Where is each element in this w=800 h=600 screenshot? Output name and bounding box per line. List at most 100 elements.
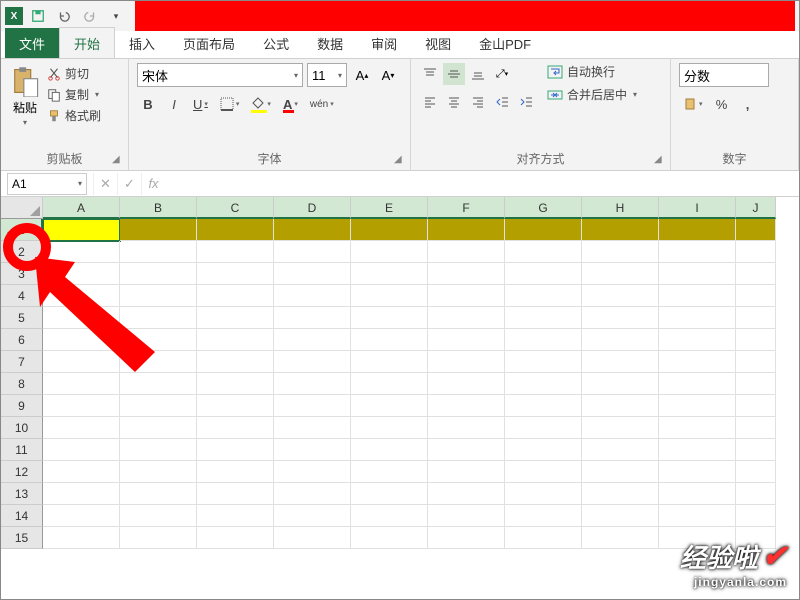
cell[interactable] (582, 219, 659, 241)
cell[interactable] (197, 439, 274, 461)
cell[interactable] (197, 417, 274, 439)
cell[interactable] (351, 373, 428, 395)
cell[interactable] (274, 483, 351, 505)
tab-data[interactable]: 数据 (303, 28, 357, 58)
align-dialog-launcher-icon[interactable]: ◢ (654, 154, 666, 166)
cell[interactable] (274, 461, 351, 483)
col-header-G[interactable]: G (505, 197, 582, 219)
cell[interactable] (351, 285, 428, 307)
cell[interactable] (43, 527, 120, 549)
cell[interactable] (582, 307, 659, 329)
cell[interactable] (659, 351, 736, 373)
cell[interactable] (351, 329, 428, 351)
cell[interactable] (43, 417, 120, 439)
cell[interactable] (197, 527, 274, 549)
col-header-B[interactable]: B (120, 197, 197, 219)
grow-font-icon[interactable]: A▴ (351, 64, 373, 86)
row-header[interactable]: 14 (1, 505, 43, 527)
row-header[interactable]: 13 (1, 483, 43, 505)
col-header-C[interactable]: C (197, 197, 274, 219)
cell[interactable] (120, 307, 197, 329)
cell[interactable] (505, 461, 582, 483)
cell[interactable] (659, 505, 736, 527)
cell[interactable] (659, 439, 736, 461)
cell[interactable] (659, 241, 736, 263)
cell[interactable] (197, 373, 274, 395)
align-center-icon[interactable] (443, 91, 465, 113)
name-box[interactable]: A1▾ (7, 173, 87, 195)
row-header[interactable]: 7 (1, 351, 43, 373)
cell[interactable] (351, 241, 428, 263)
cell[interactable] (43, 505, 120, 527)
cell[interactable] (274, 351, 351, 373)
row-header[interactable]: 15 (1, 527, 43, 549)
cell[interactable] (428, 241, 505, 263)
row-header[interactable]: 4 (1, 285, 43, 307)
cell[interactable] (736, 329, 776, 351)
cell[interactable] (351, 307, 428, 329)
cell[interactable] (274, 285, 351, 307)
cell[interactable] (659, 285, 736, 307)
row-header[interactable]: 1 (1, 219, 43, 241)
cell[interactable] (582, 285, 659, 307)
cell[interactable] (351, 483, 428, 505)
number-format-combo[interactable]: 分数 (679, 63, 769, 87)
cell[interactable] (428, 373, 505, 395)
cell[interactable] (505, 439, 582, 461)
cell[interactable] (505, 263, 582, 285)
cell[interactable] (582, 417, 659, 439)
cell[interactable] (505, 285, 582, 307)
cell[interactable] (659, 483, 736, 505)
cell[interactable] (736, 373, 776, 395)
cell[interactable] (505, 527, 582, 549)
format-painter-button[interactable]: 格式刷 (47, 107, 101, 124)
cell[interactable] (582, 395, 659, 417)
cell[interactable] (505, 307, 582, 329)
cell[interactable] (274, 263, 351, 285)
cell[interactable] (428, 307, 505, 329)
col-header-J[interactable]: J (736, 197, 776, 219)
accounting-format-icon[interactable]: ▾ (679, 93, 707, 115)
qat-undo-icon[interactable] (53, 5, 75, 27)
phonetic-button[interactable]: wén▾ (306, 93, 338, 115)
tab-file[interactable]: 文件 (5, 28, 59, 58)
paste-button[interactable]: 粘贴 ▾ (9, 63, 41, 129)
decrease-indent-icon[interactable] (491, 91, 513, 113)
copy-button[interactable]: 复制▾ (47, 86, 101, 103)
cell[interactable] (428, 483, 505, 505)
cell[interactable] (736, 307, 776, 329)
row-header[interactable]: 8 (1, 373, 43, 395)
font-dialog-launcher-icon[interactable]: ◢ (394, 154, 406, 166)
cell[interactable] (351, 395, 428, 417)
cell[interactable] (120, 395, 197, 417)
cell[interactable] (197, 307, 274, 329)
align-middle-icon[interactable] (443, 63, 465, 85)
cell[interactable] (120, 241, 197, 263)
col-header-F[interactable]: F (428, 197, 505, 219)
cell[interactable] (505, 373, 582, 395)
cell[interactable] (197, 483, 274, 505)
align-left-icon[interactable] (419, 91, 441, 113)
cell[interactable] (197, 461, 274, 483)
col-header-E[interactable]: E (351, 197, 428, 219)
row-header[interactable]: 9 (1, 395, 43, 417)
cell[interactable] (428, 461, 505, 483)
row-header[interactable]: 2 (1, 241, 43, 263)
cell[interactable] (736, 395, 776, 417)
cell[interactable] (274, 505, 351, 527)
cell[interactable] (120, 417, 197, 439)
cell[interactable] (505, 219, 582, 241)
cancel-formula-icon[interactable]: ✕ (93, 173, 117, 195)
cell[interactable] (43, 307, 120, 329)
select-all-cell[interactable] (1, 197, 43, 219)
formula-input[interactable] (165, 173, 799, 195)
tab-layout[interactable]: 页面布局 (169, 28, 249, 58)
cell[interactable] (428, 219, 505, 241)
cell[interactable] (659, 329, 736, 351)
italic-button[interactable]: I (163, 93, 185, 115)
cell[interactable] (274, 395, 351, 417)
cell[interactable] (659, 307, 736, 329)
cell[interactable] (582, 461, 659, 483)
comma-button[interactable]: , (737, 93, 759, 115)
cell[interactable] (43, 483, 120, 505)
